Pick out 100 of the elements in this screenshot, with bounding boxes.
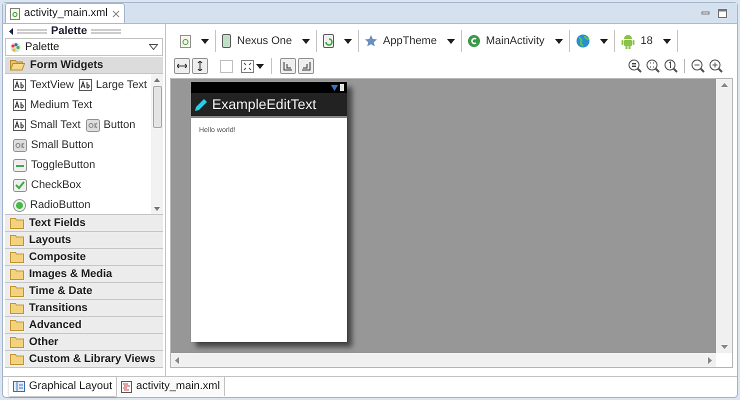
toolbar-dropdown-label[interactable]: Nexus One bbox=[237, 32, 292, 50]
zoom-in-icon[interactable] bbox=[709, 59, 723, 73]
scroll-left-arrow-icon[interactable] bbox=[175, 356, 179, 364]
palette-widget[interactable]: Large Text bbox=[78, 76, 147, 94]
palette-widget[interactable]: Button bbox=[86, 116, 136, 134]
folder-icon bbox=[10, 251, 24, 263]
dropdown-caret-icon[interactable] bbox=[344, 38, 352, 44]
text-widget-icon bbox=[78, 79, 92, 91]
scroll-up-arrow-icon[interactable] bbox=[154, 78, 160, 82]
dropdown-caret-icon[interactable] bbox=[302, 38, 310, 44]
text-widget-icon bbox=[13, 119, 26, 131]
dropdown-caret-icon[interactable] bbox=[446, 38, 455, 44]
palette-category[interactable]: Composite bbox=[5, 249, 163, 266]
palette-category[interactable]: Layouts bbox=[5, 232, 163, 249]
scroll-right-arrow-icon[interactable] bbox=[708, 356, 712, 364]
app-title: ExampleEditText bbox=[212, 95, 316, 114]
collapse-arrow-icon[interactable] bbox=[9, 28, 13, 34]
vertical-scrollbar[interactable] bbox=[151, 74, 163, 214]
folder-icon bbox=[10, 319, 24, 331]
palette-category[interactable]: Text Fields bbox=[5, 215, 163, 232]
palette-title: Palette bbox=[51, 24, 88, 39]
corner-icon bbox=[283, 61, 293, 71]
dropdown-caret-icon[interactable] bbox=[600, 38, 608, 44]
scroll-down-arrow-icon[interactable] bbox=[720, 345, 728, 349]
zoom-fit-icon[interactable] bbox=[628, 59, 642, 73]
close-icon[interactable] bbox=[112, 10, 120, 18]
checkbox-widget-icon bbox=[13, 178, 27, 192]
corner-icon bbox=[301, 61, 311, 71]
layout-icon bbox=[13, 381, 25, 392]
palette-widget[interactable]: Small Button bbox=[13, 136, 94, 154]
toolbar-dropdown-label[interactable]: AppTheme bbox=[383, 32, 437, 50]
palette-widget[interactable]: ToggleButton bbox=[13, 156, 96, 174]
layout-bounds-button[interactable] bbox=[280, 58, 296, 74]
scrollbar-thumb[interactable] bbox=[152, 86, 162, 128]
fill-height-button[interactable] bbox=[192, 58, 208, 74]
margins-icon[interactable] bbox=[220, 60, 233, 72]
toolbar-dropdown-label[interactable]: 18 bbox=[640, 32, 653, 50]
star-icon bbox=[365, 35, 378, 47]
palette-widget[interactable]: Small Text bbox=[13, 116, 81, 134]
pencil-icon bbox=[194, 98, 208, 112]
palette-category[interactable]: Advanced bbox=[5, 317, 163, 334]
dropdown-caret-icon[interactable] bbox=[662, 38, 671, 44]
zoom-reset-icon[interactable] bbox=[664, 59, 678, 73]
drag-grip-icon[interactable] bbox=[17, 28, 47, 34]
clipping-button[interactable] bbox=[298, 58, 314, 74]
folder-icon bbox=[10, 217, 24, 229]
phone-icon bbox=[222, 34, 231, 48]
bottom-tab[interactable]: Graphical Layout bbox=[9, 377, 118, 396]
zoom-out-icon[interactable] bbox=[691, 59, 705, 73]
palette-category[interactable]: Images & Media bbox=[5, 266, 163, 283]
horizontal-scrollbar[interactable] bbox=[171, 353, 716, 367]
editor-tab[interactable]: activity_main.xml bbox=[5, 3, 125, 23]
fill-width-button[interactable] bbox=[174, 58, 190, 74]
scroll-down-arrow-icon[interactable] bbox=[154, 207, 160, 211]
folder-icon bbox=[10, 268, 24, 280]
zoom-actual-icon[interactable] bbox=[646, 59, 660, 73]
folder-icon bbox=[10, 285, 24, 297]
folder-icon bbox=[10, 353, 24, 365]
text-widget-icon bbox=[13, 79, 26, 91]
open-folder-icon bbox=[10, 59, 25, 71]
activity-icon bbox=[468, 35, 480, 47]
battery-icon bbox=[340, 84, 344, 91]
dropdown-caret-icon[interactable] bbox=[201, 38, 209, 44]
palette-category[interactable]: Time & Date bbox=[5, 283, 163, 300]
palette-widget[interactable]: TextView bbox=[13, 76, 74, 94]
palette-widget[interactable]: CheckBox bbox=[13, 176, 82, 194]
palette-icon bbox=[10, 42, 21, 52]
rotate-phone-icon bbox=[323, 34, 334, 48]
button-widget-icon bbox=[13, 138, 27, 152]
android-icon bbox=[620, 34, 635, 48]
scroll-up-arrow-icon[interactable] bbox=[720, 83, 728, 87]
folder-icon bbox=[10, 234, 24, 246]
palette-widget[interactable]: RadioButton bbox=[13, 196, 91, 214]
palette-category[interactable]: Custom & Library Views bbox=[5, 351, 163, 368]
xml-document-icon bbox=[121, 380, 132, 392]
text-widget-icon bbox=[13, 99, 26, 111]
dropdown-caret-icon[interactable] bbox=[256, 64, 264, 68]
palette-category[interactable]: Form Widgets bbox=[5, 57, 163, 74]
button-widget-icon bbox=[86, 118, 100, 132]
palette-dropdown[interactable]: Palette bbox=[5, 38, 163, 56]
globe-icon bbox=[576, 34, 590, 48]
distribute-icon[interactable] bbox=[241, 60, 254, 72]
dropdown-caret-icon[interactable] bbox=[554, 38, 563, 44]
maximize-icon[interactable] bbox=[718, 9, 727, 18]
toolbar-dropdown-label[interactable]: MainActivity bbox=[486, 32, 545, 50]
drag-grip-icon[interactable] bbox=[91, 28, 122, 34]
dropdown-caret-icon bbox=[149, 44, 158, 50]
bottom-tab[interactable]: activity_main.xml bbox=[117, 377, 225, 396]
toggle-widget-icon bbox=[13, 158, 27, 172]
folder-icon bbox=[10, 336, 24, 348]
xml-file-icon bbox=[10, 8, 20, 20]
vertical-scrollbar[interactable] bbox=[716, 79, 732, 353]
vertical-arrows-icon bbox=[197, 61, 203, 71]
wifi-icon bbox=[331, 84, 338, 90]
editor-tab-title: activity_main.xml bbox=[24, 6, 108, 22]
radio-widget-icon bbox=[13, 198, 26, 212]
folder-icon bbox=[10, 302, 24, 314]
palette-category[interactable]: Transitions bbox=[5, 300, 163, 317]
palette-category[interactable]: Other bbox=[5, 334, 163, 351]
palette-widget[interactable]: Medium Text bbox=[13, 96, 92, 114]
